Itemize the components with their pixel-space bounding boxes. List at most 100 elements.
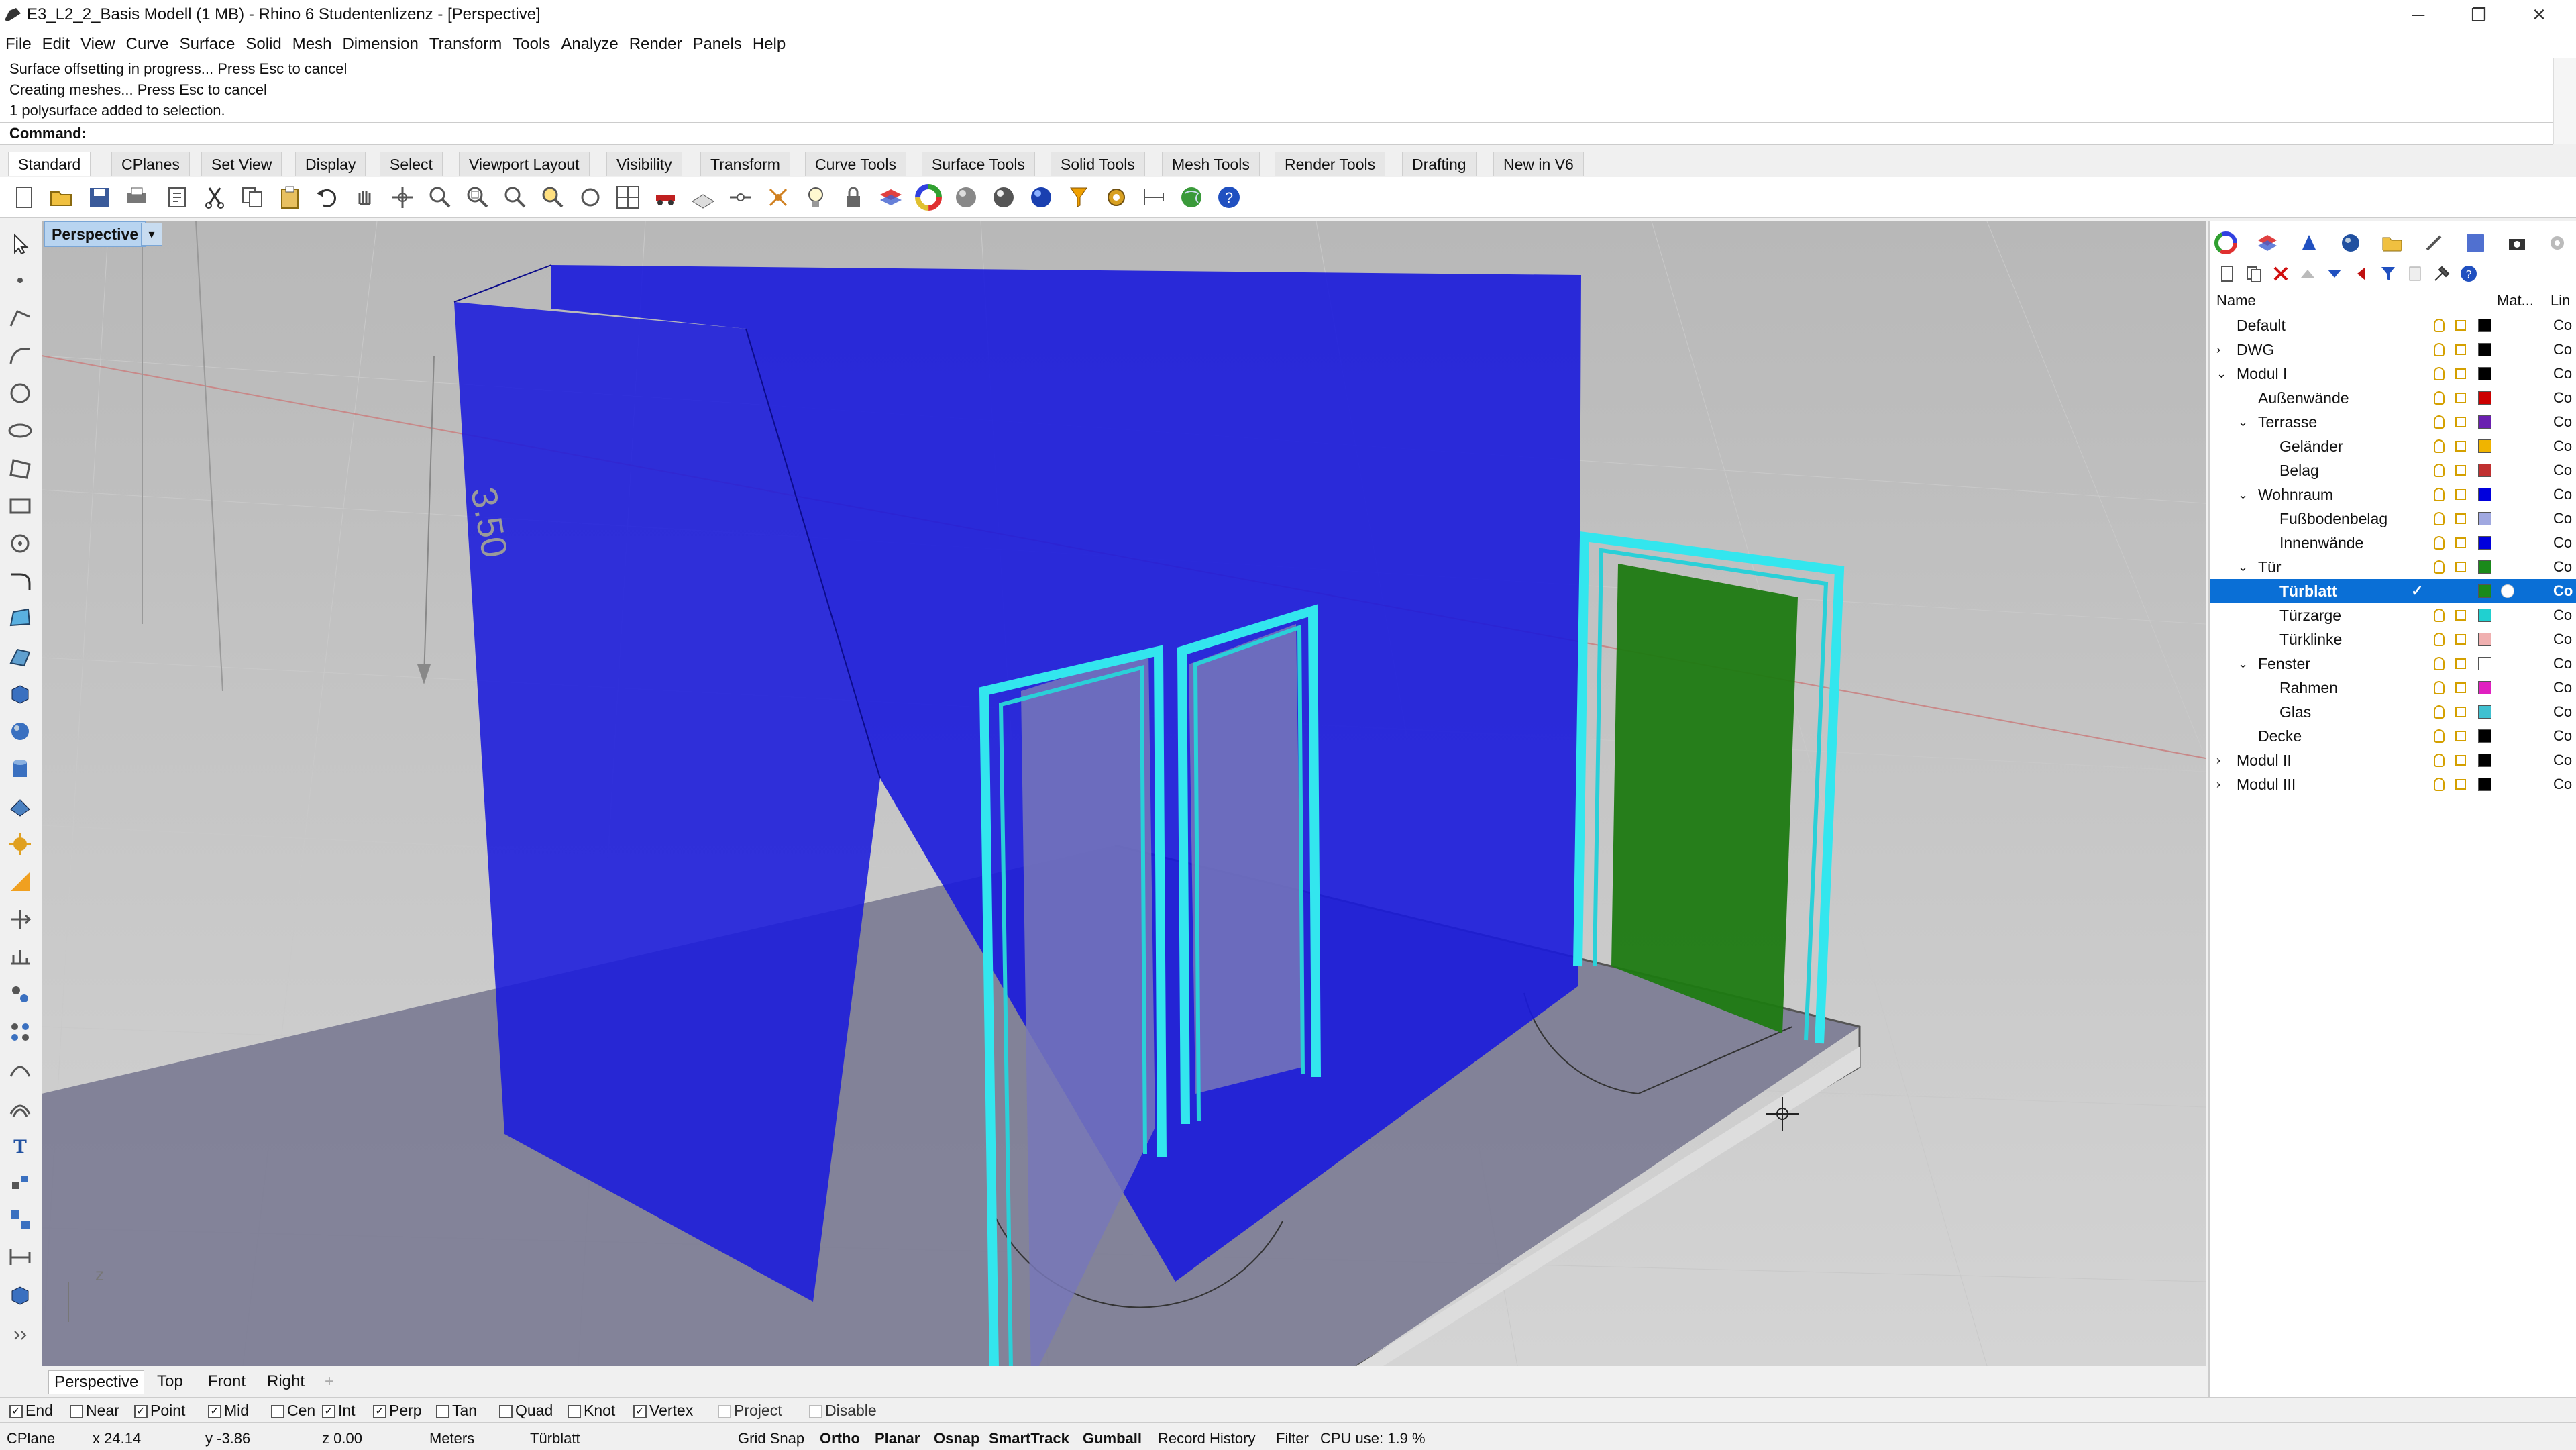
layer-linetype[interactable]: Co xyxy=(2553,652,2572,676)
layer-color-swatch[interactable] xyxy=(2478,681,2491,694)
layer-name[interactable]: Terrasse xyxy=(2258,410,2317,434)
select-arrow-icon[interactable] xyxy=(7,231,34,258)
polygon-icon[interactable] xyxy=(7,455,34,482)
pan-icon[interactable] xyxy=(352,184,378,211)
filter-icon[interactable] xyxy=(2379,264,2398,283)
osnap-checkbox[interactable]: ✓ xyxy=(373,1404,386,1418)
osnap-checkbox[interactable]: ✓ xyxy=(322,1404,335,1418)
layer-name[interactable]: Modul I xyxy=(2237,362,2287,386)
layer-name[interactable]: Modul III xyxy=(2237,772,2296,796)
osnap-knot[interactable]: Knot xyxy=(568,1402,615,1420)
layer-row[interactable]: › Modul II Co xyxy=(2210,748,2576,772)
render-tab-icon[interactable] xyxy=(2297,231,2321,255)
lock-toggle-icon[interactable] xyxy=(2455,441,2466,452)
osnap-checkbox[interactable]: ✓ xyxy=(633,1404,647,1418)
menu-panels[interactable]: Panels xyxy=(687,31,747,54)
new-layer-icon[interactable] xyxy=(2218,264,2237,283)
tools-icon[interactable] xyxy=(2432,264,2451,283)
osnap-point[interactable]: ✓ Point xyxy=(134,1402,185,1420)
layer-doc-icon[interactable] xyxy=(2406,264,2424,283)
tab-select[interactable]: Select xyxy=(380,152,443,176)
layer-linetype[interactable]: Co xyxy=(2553,507,2572,531)
visibility-bulb-icon[interactable] xyxy=(2434,609,2445,622)
tab-viewport-layout[interactable]: Viewport Layout xyxy=(459,152,590,176)
layer-color-swatch[interactable] xyxy=(2478,657,2491,670)
layer-row[interactable]: Geländer Co xyxy=(2210,434,2576,458)
visibility-bulb-icon[interactable] xyxy=(2434,439,2445,453)
tab-transform[interactable]: Transform xyxy=(700,152,790,176)
layer-row[interactable]: Default Co xyxy=(2210,313,2576,338)
rotate-view-icon[interactable] xyxy=(389,184,416,211)
layer-linetype[interactable]: Co xyxy=(2553,579,2573,603)
layer-row[interactable]: Rahmen Co xyxy=(2210,676,2576,700)
osnap-disable[interactable]: Disable xyxy=(809,1402,877,1420)
layer-row[interactable]: Fußbodenbelag Co xyxy=(2210,507,2576,531)
surface-icon[interactable] xyxy=(7,605,34,632)
lock-icon[interactable] xyxy=(840,184,867,211)
layer-color-swatch[interactable] xyxy=(2478,343,2491,356)
perspective-viewport[interactable]: 3.50 z Perspective ▾ xyxy=(42,221,2206,1366)
layer-linetype[interactable]: Co xyxy=(2553,482,2572,507)
osnap-checkbox[interactable] xyxy=(70,1404,83,1418)
osnap-near[interactable]: Near xyxy=(70,1402,119,1420)
layer-help-icon[interactable]: ? xyxy=(2459,264,2478,283)
tab-top[interactable]: Top xyxy=(152,1370,189,1393)
set-point-icon[interactable] xyxy=(727,184,754,211)
layer-color-swatch[interactable] xyxy=(2478,415,2491,429)
current-layer-check-icon[interactable]: ✓ xyxy=(2411,579,2423,603)
visibility-bulb-icon[interactable] xyxy=(2434,367,2445,380)
osnap-cen[interactable]: Cen xyxy=(271,1402,315,1420)
lock-toggle-icon[interactable] xyxy=(2455,755,2466,766)
layer-row[interactable]: ⌄ Terrasse Co xyxy=(2210,410,2576,434)
open-icon[interactable] xyxy=(48,184,75,211)
layer-row[interactable]: Decke Co xyxy=(2210,724,2576,748)
menu-transform[interactable]: Transform xyxy=(424,31,507,54)
tab-set-view[interactable]: Set View xyxy=(201,152,282,176)
tab-perspective[interactable]: Perspective xyxy=(48,1370,145,1394)
mesh-icon[interactable] xyxy=(7,793,34,820)
viewport-title[interactable]: Perspective xyxy=(44,221,146,247)
menu-edit[interactable]: Edit xyxy=(37,31,75,54)
layer-linetype[interactable]: Co xyxy=(2553,700,2572,724)
layer-row[interactable]: Belag Co xyxy=(2210,458,2576,482)
visibility-bulb-icon[interactable] xyxy=(2434,343,2445,356)
layer-row[interactable]: › DWG Co xyxy=(2210,338,2576,362)
osnap-project[interactable]: Project xyxy=(718,1402,782,1420)
layer-name[interactable]: DWG xyxy=(2237,338,2274,362)
cut-icon[interactable] xyxy=(201,184,228,211)
lock-toggle-icon[interactable] xyxy=(2455,489,2466,500)
menu-dimension[interactable]: Dimension xyxy=(337,31,423,54)
curve-icon[interactable] xyxy=(7,342,34,369)
tab-visibility[interactable]: Visibility xyxy=(606,152,682,176)
menu-file[interactable]: File xyxy=(0,31,37,54)
zoom-selected-icon[interactable] xyxy=(539,184,566,211)
point-icon[interactable] xyxy=(7,267,34,294)
tab-surface-tools[interactable]: Surface Tools xyxy=(922,152,1035,176)
polyline-icon[interactable] xyxy=(7,305,34,331)
layer-name[interactable]: Default xyxy=(2237,313,2286,338)
layer-name[interactable]: Fenster xyxy=(2258,652,2310,676)
visibility-bulb-icon[interactable] xyxy=(2434,464,2445,477)
layer-linetype[interactable]: Co xyxy=(2553,676,2572,700)
layer-linetype[interactable]: Co xyxy=(2553,748,2572,772)
layer-linetype[interactable]: Co xyxy=(2553,313,2572,338)
transform-icon[interactable] xyxy=(7,906,34,933)
layer-row[interactable]: ⌄ Modul I Co xyxy=(2210,362,2576,386)
planar-toggle[interactable]: Planar xyxy=(875,1430,920,1447)
layer-linetype[interactable]: Co xyxy=(2553,386,2572,410)
render-icon[interactable] xyxy=(7,831,34,858)
visibility-bulb-icon[interactable] xyxy=(2434,560,2445,574)
layer-color-swatch[interactable] xyxy=(2478,464,2491,477)
rectangle-icon[interactable] xyxy=(7,493,34,519)
drafting-icon[interactable] xyxy=(7,868,34,895)
layer-color-swatch[interactable] xyxy=(2478,609,2491,622)
layer-color-swatch[interactable] xyxy=(2478,633,2491,646)
collapse-chevron-down-icon[interactable]: ⌄ xyxy=(2238,482,2248,507)
osnap-quad[interactable]: Quad xyxy=(499,1402,553,1420)
layer-linetype[interactable]: Co xyxy=(2553,458,2572,482)
menu-curve[interactable]: Curve xyxy=(121,31,174,54)
paste-icon[interactable] xyxy=(276,184,303,211)
layer-row[interactable]: Türblatt ✓ Co xyxy=(2210,579,2576,603)
four-viewports-icon[interactable] xyxy=(614,184,641,211)
osnap-checkbox[interactable] xyxy=(568,1404,581,1418)
